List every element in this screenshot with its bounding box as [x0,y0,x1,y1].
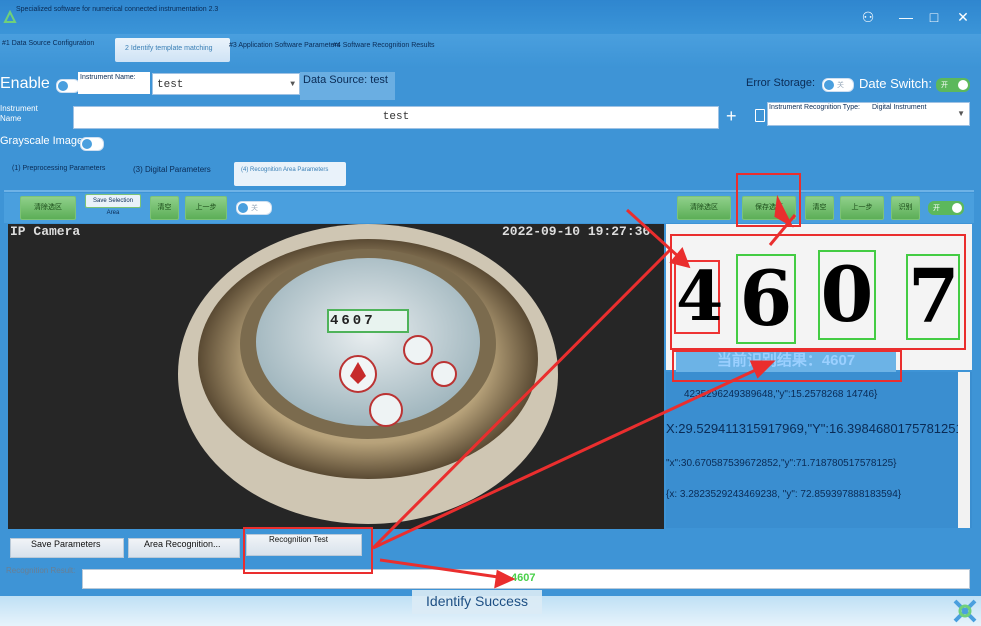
annotation-arrowhead-3 [749,360,776,379]
annotation-arrowhead-5 [494,569,516,589]
annotation-arrow-4 [371,248,672,550]
annotation-arrowhead-2 [774,194,794,228]
annotation-arrow-1 [625,208,682,260]
annotation-arrow-3 [372,366,761,550]
annotation-arrow-5 [379,558,506,580]
annotation-arrows [371,194,797,589]
